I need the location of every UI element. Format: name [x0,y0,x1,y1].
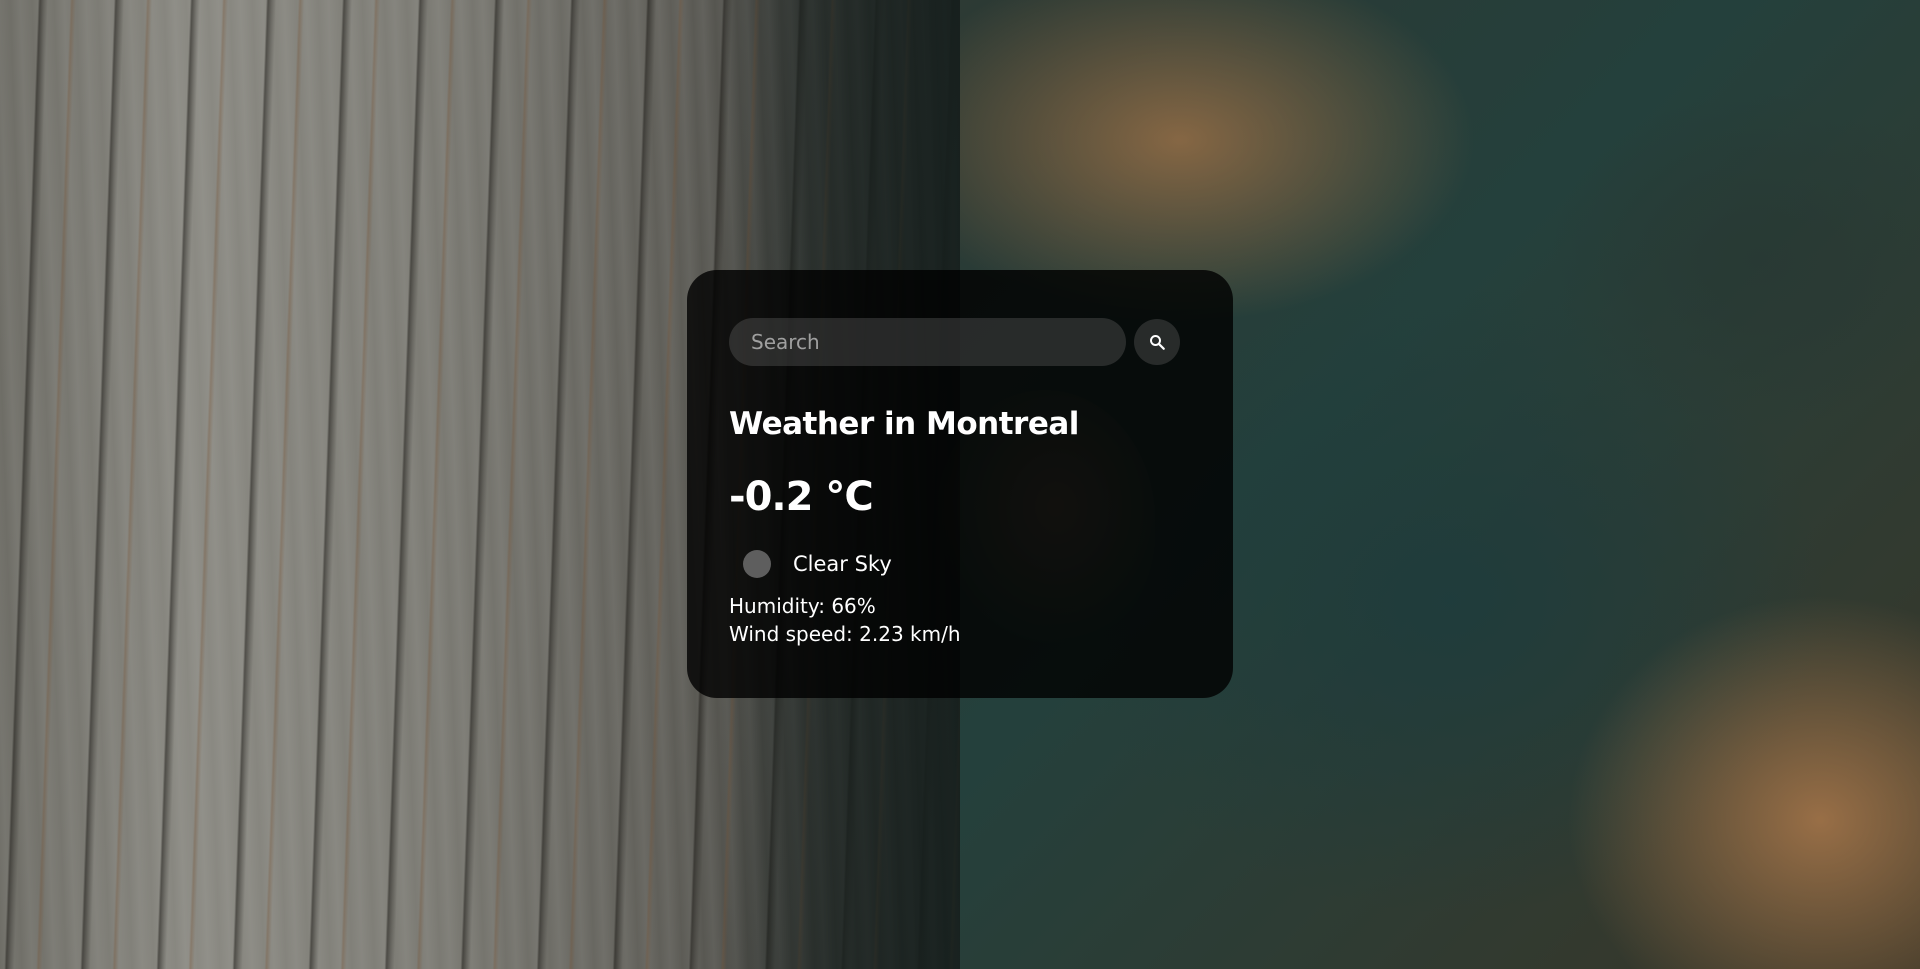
search-button[interactable] [1134,319,1180,365]
temperature: -0.2 °C [729,474,874,520]
weather-description-row: Clear Sky [729,550,1191,578]
weather-description: Clear Sky [793,552,892,576]
weather-card: Weather in Montreal -0.2 °C Clear Sky Hu… [687,270,1233,698]
search-input[interactable] [729,318,1126,366]
weather-icon [743,550,771,578]
search-icon [1150,335,1165,350]
wind-speed: Wind speed: 2.23 km/h [729,622,961,646]
humidity: Humidity: 66% [729,594,876,618]
search-bar [729,318,1191,366]
city-title: Weather in Montreal [729,406,1079,442]
